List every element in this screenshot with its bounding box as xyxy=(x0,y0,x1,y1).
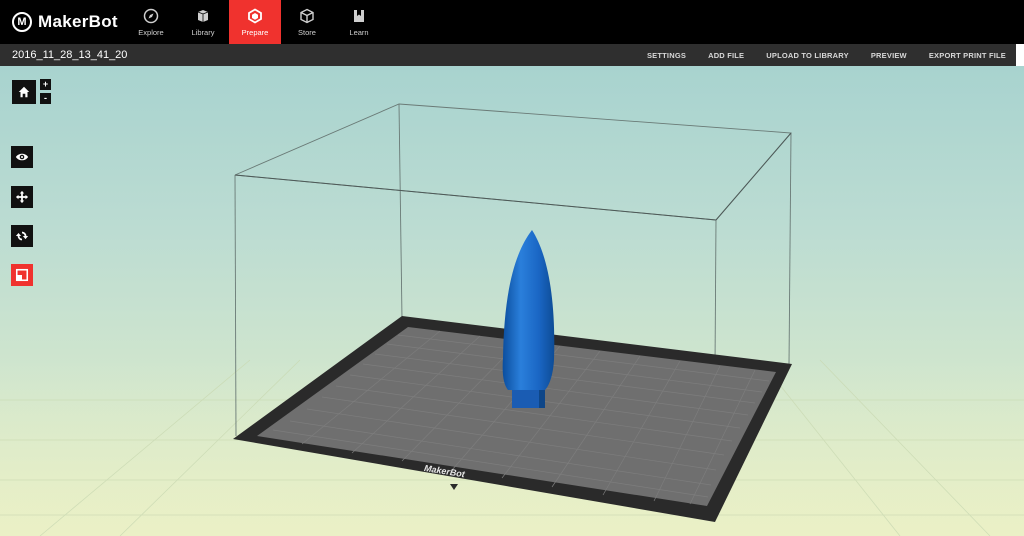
tab-label: Store xyxy=(298,28,316,37)
cube-icon xyxy=(300,8,314,24)
toolbar-edge xyxy=(1016,44,1024,66)
brand-name: MakerBot xyxy=(38,12,118,31)
tab-label: Learn xyxy=(349,28,369,37)
home-view-button[interactable] xyxy=(12,80,36,104)
build-volume-front-edges xyxy=(234,132,792,221)
main-tabs: Explore Library Prepare Store Learn xyxy=(125,0,385,44)
view-button[interactable] xyxy=(11,146,33,168)
move-arrows-icon xyxy=(15,190,29,204)
book-icon xyxy=(354,10,364,22)
tab-label: Library xyxy=(191,28,215,37)
compass-icon xyxy=(143,8,159,24)
tab-label: Prepare xyxy=(241,28,269,37)
tab-learn[interactable]: Learn xyxy=(333,0,385,44)
makerbot-logo-icon: M xyxy=(12,12,32,32)
build-scene xyxy=(0,103,1024,536)
file-name: 2016_11_28_13_41_20 xyxy=(12,49,128,61)
top-nav-bar: M MakerBot Explore Library Prepare Store… xyxy=(0,0,1024,44)
toolbar-actions: SETTINGS ADD FILE UPLOAD TO LIBRARY PREV… xyxy=(647,44,1006,66)
upload-to-library-button[interactable]: UPLOAD TO LIBRARY xyxy=(766,51,849,60)
library-icon xyxy=(197,10,209,22)
zoom-out-button[interactable]: - xyxy=(40,93,51,104)
build-viewport[interactable]: MakerBot + - xyxy=(0,66,1024,536)
settings-button[interactable]: SETTINGS xyxy=(647,51,686,60)
rocket-model[interactable] xyxy=(502,230,555,408)
rotate-button[interactable] xyxy=(11,225,33,247)
move-button[interactable] xyxy=(11,186,33,208)
tab-prepare[interactable]: Prepare xyxy=(229,0,281,44)
scale-icon xyxy=(15,268,29,282)
makerbot-logo[interactable]: M MakerBot xyxy=(12,10,118,34)
home-icon xyxy=(18,86,30,98)
tab-store[interactable]: Store xyxy=(281,0,333,44)
scale-button[interactable] xyxy=(11,264,33,286)
file-toolbar: 2016_11_28_13_41_20 SETTINGS ADD FILE UP… xyxy=(0,44,1024,66)
add-file-button[interactable]: ADD FILE xyxy=(708,51,744,60)
tab-label: Explore xyxy=(138,28,164,37)
prepare-icon xyxy=(248,8,262,24)
rotate-icon xyxy=(15,231,29,241)
preview-button[interactable]: PREVIEW xyxy=(871,51,907,60)
export-print-file-button[interactable]: EXPORT PRINT FILE xyxy=(929,51,1006,60)
tab-library[interactable]: Library xyxy=(177,0,229,44)
tab-explore[interactable]: Explore xyxy=(125,0,177,44)
zoom-in-button[interactable]: + xyxy=(40,79,51,90)
eye-icon xyxy=(15,153,29,161)
